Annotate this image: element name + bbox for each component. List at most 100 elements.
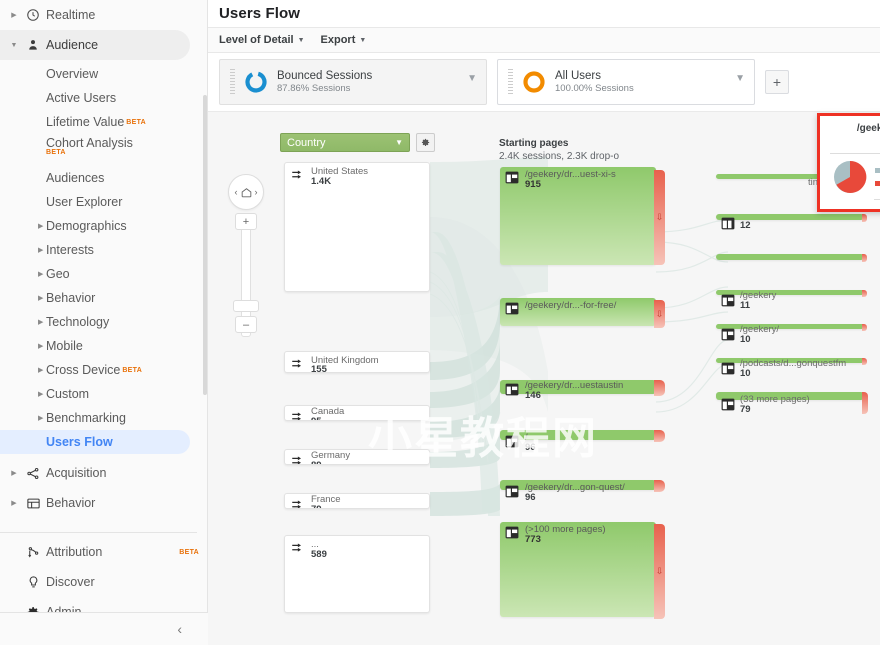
- sidebar-item-discover[interactable]: Discover: [0, 567, 207, 597]
- node-interaction-1[interactable]: [716, 254, 864, 260]
- behavior-icon: [20, 496, 46, 511]
- sidebar-item-interests[interactable]: ▶ Interests: [0, 238, 207, 262]
- sidebar-item-audiences[interactable]: Audiences: [0, 166, 207, 190]
- main-content: Users Flow Level of Detail ▼ Export ▼ Bo…: [208, 0, 880, 645]
- home-icon: [241, 187, 251, 197]
- zoom-out-button[interactable]: –: [235, 316, 257, 333]
- column-subtitle: 2.4K sessions, 2.3K drop-o: [499, 151, 620, 162]
- sidebar-item-cohort-analysis[interactable]: Cohort Analysis BETA: [0, 134, 207, 166]
- sidebar-item-lifetime-value[interactable]: Lifetime Value BETA: [0, 110, 207, 134]
- export-menu[interactable]: Export ▼: [321, 34, 367, 46]
- segment-name: All Users: [555, 70, 602, 82]
- node-country-germany[interactable]: Germany 89: [284, 449, 430, 465]
- node-country-united-kingdom[interactable]: United Kingdom 155: [284, 351, 430, 373]
- node-label: /podcasts/d...gonquestfm: [740, 358, 847, 369]
- add-segment-button[interactable]: +: [765, 70, 789, 94]
- dimension-settings-button[interactable]: [416, 133, 435, 152]
- sidebar-item-attribution[interactable]: Attribution BETA: [0, 537, 207, 567]
- dropoff-bar[interactable]: [862, 254, 867, 262]
- chevron-down-icon[interactable]: ▼: [467, 73, 477, 84]
- node-value: 589: [311, 549, 327, 560]
- donut-icon: [521, 69, 547, 95]
- dropoff-bar[interactable]: [862, 358, 867, 365]
- segment-name: Bounced Sessions: [277, 70, 373, 82]
- segment-card-all-users[interactable]: All Users 100.00% Sessions ▼: [497, 59, 755, 105]
- dropoff-bar[interactable]: ⇩: [654, 300, 665, 328]
- node-page-more-pages[interactable]: (>100 more pages) 773: [500, 522, 656, 617]
- node-page-root[interactable]: / 96: [500, 430, 656, 453]
- sidebar-item-audience[interactable]: ▼ Audience: [0, 30, 190, 60]
- sidebar-subitem-label: Behavior: [46, 291, 96, 305]
- sidebar-item-label: Acquisition: [46, 466, 107, 480]
- zoom-slider-handle[interactable]: [233, 300, 259, 312]
- arrow-in-icon: [291, 168, 306, 183]
- users-flow-canvas[interactable]: 小星教程网 Country ▼ ‹ › + – Starting pages 2…: [208, 111, 880, 645]
- sidebar-item-acquisition[interactable]: ▶ Acquisition: [0, 458, 207, 488]
- flow-diagram: 小星教程网 Country ▼ ‹ › + – Starting pages 2…: [208, 112, 880, 645]
- node-interaction-geekery-slash[interactable]: [716, 324, 864, 329]
- dropoff-bar[interactable]: [654, 480, 665, 492]
- node-interaction-geekery[interactable]: [716, 290, 864, 295]
- sidebar-scrollbar[interactable]: [203, 95, 207, 395]
- sidebar-item-label: Realtime: [46, 8, 96, 22]
- sidebar-item-user-explorer[interactable]: User Explorer: [0, 190, 207, 214]
- node-country-france[interactable]: France 79: [284, 493, 430, 509]
- node-country-canada[interactable]: Canada 95: [284, 405, 430, 421]
- arrow-down-icon: ⇩: [655, 309, 664, 319]
- sidebar: ▶ Realtime ▼ Audience Overview Active Us…: [0, 0, 208, 645]
- zoom-in-button[interactable]: +: [235, 213, 257, 230]
- sidebar-item-benchmarking[interactable]: ▶ Benchmarking: [0, 406, 207, 430]
- chevron-left-icon[interactable]: ‹: [177, 621, 182, 637]
- node-country-united-states[interactable]: United States 1.4K: [284, 162, 430, 292]
- chevron-right-icon: ▶: [38, 271, 44, 278]
- sidebar-item-mobile[interactable]: ▶ Mobile: [0, 334, 207, 358]
- reset-view-button[interactable]: ‹ ›: [228, 174, 264, 210]
- segment-text: Bounced Sessions 87.86% Sessions: [277, 69, 372, 95]
- drag-handle-icon[interactable]: [508, 69, 513, 95]
- sidebar-subitem-label: Demographics: [46, 219, 127, 233]
- sidebar-item-realtime[interactable]: ▶ Realtime: [0, 0, 207, 30]
- node-page-geekery-quest-xi[interactable]: /geekery/dr...uest-xi-s 915: [500, 167, 656, 265]
- sidebar-item-behavior[interactable]: ▶ Behavior: [0, 286, 207, 310]
- chevron-right-icon: ▶: [38, 415, 44, 422]
- level-of-detail-menu[interactable]: Level of Detail ▼: [219, 34, 305, 46]
- column-title: Starting pages: [499, 138, 569, 149]
- dropoff-bar[interactable]: [654, 380, 665, 396]
- sidebar-item-cross-device[interactable]: ▶ Cross Device BETA: [0, 358, 207, 382]
- sidebar-item-overview[interactable]: Overview: [0, 62, 207, 86]
- beta-badge: BETA: [179, 548, 199, 556]
- dropoff-bar[interactable]: [862, 214, 867, 222]
- sidebar-subitem-label: Technology: [46, 315, 110, 329]
- sidebar-item-active-users[interactable]: Active Users: [0, 86, 207, 110]
- dropoff-bar[interactable]: ⇩: [654, 170, 665, 265]
- node-country-other[interactable]: ... 589: [284, 535, 430, 613]
- dropoff-bar[interactable]: [654, 430, 665, 442]
- sidebar-item-technology[interactable]: ▶ Technology: [0, 310, 207, 334]
- sidebar-subitem-label: Overview: [46, 67, 99, 81]
- segment-card-bounced-sessions[interactable]: Bounced Sessions 87.86% Sessions ▼: [219, 59, 487, 105]
- chevron-down-icon[interactable]: ▼: [735, 73, 745, 84]
- dimension-selector[interactable]: Country ▼: [280, 133, 410, 152]
- node-page-geekery-dragon-quest[interactable]: /geekery/dr...gon-quest/ 96: [500, 480, 656, 503]
- acquisition-icon: [20, 466, 46, 481]
- dropoff-bar[interactable]: [862, 324, 867, 331]
- sidebar-item-custom[interactable]: ▶ Custom: [0, 382, 207, 406]
- drag-handle-icon[interactable]: [230, 69, 235, 95]
- sidebar-scroll-region[interactable]: ▶ Realtime ▼ Audience Overview Active Us…: [0, 0, 207, 612]
- node-page-geekery-questaustin[interactable]: /geekery/dr...uestaustin 146: [500, 380, 656, 401]
- sidebar-item-admin[interactable]: Admin: [0, 597, 207, 612]
- dropoff-bar[interactable]: [862, 392, 868, 414]
- menu-label: Export: [320, 34, 356, 46]
- sidebar-item-behavior-group[interactable]: ▶ Behavior: [0, 488, 207, 518]
- node-page-geekery-for-free[interactable]: /geekery/dr...-for-free/: [500, 298, 656, 326]
- sidebar-item-users-flow[interactable]: Users Flow: [0, 430, 190, 454]
- analytics-users-flow-page: ▶ Realtime ▼ Audience Overview Active Us…: [0, 0, 880, 645]
- dropoff-bar[interactable]: [862, 290, 867, 297]
- segment-bar: Bounced Sessions 87.86% Sessions ▼ All U…: [208, 53, 880, 111]
- sidebar-item-demographics[interactable]: ▶ Demographics: [0, 214, 207, 238]
- dropoff-bar[interactable]: ⇩: [654, 524, 665, 619]
- tooltip-footer: 27 Sessions: [820, 200, 880, 215]
- sidebar-item-geo[interactable]: ▶ Geo: [0, 262, 207, 286]
- report-toolbar: Level of Detail ▼ Export ▼: [208, 27, 880, 53]
- sidebar-subitem-label: Mobile: [46, 339, 83, 353]
